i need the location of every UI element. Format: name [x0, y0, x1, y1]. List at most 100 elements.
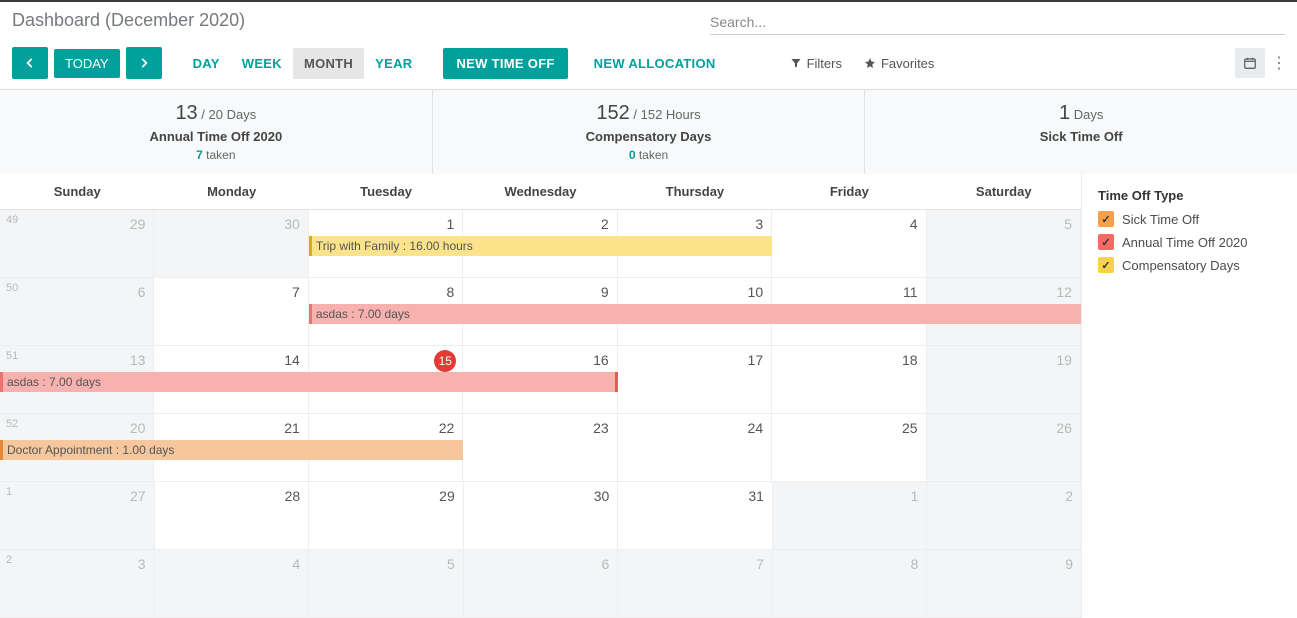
- calendar-cell[interactable]: 7: [154, 278, 308, 345]
- day-number: 27: [130, 488, 146, 504]
- new-timeoff-button[interactable]: NEW TIME OFF: [443, 48, 567, 79]
- week-number: 52: [6, 418, 18, 430]
- calendar-cell[interactable]: 17: [618, 346, 772, 413]
- day-of-week-header: Thursday: [618, 174, 772, 209]
- calendar-cell[interactable]: 5: [927, 210, 1081, 277]
- calendar-cell[interactable]: 29: [0, 210, 154, 277]
- day-number: 21: [284, 420, 300, 436]
- day-number: 23: [593, 420, 609, 436]
- day-of-week-header: Wednesday: [463, 174, 617, 209]
- legend-label: Compensatory Days: [1122, 258, 1240, 273]
- calendar-cell[interactable]: 23: [463, 414, 617, 481]
- day-number: 2: [1065, 488, 1073, 504]
- summary-sub-rest: taken: [636, 148, 669, 162]
- day-number: 9: [601, 284, 609, 300]
- view-day[interactable]: DAY: [182, 48, 231, 79]
- calendar-cell[interactable]: 28: [155, 482, 310, 549]
- calendar-cell[interactable]: 19: [927, 346, 1081, 413]
- day-number: 29: [130, 216, 146, 232]
- calendar-cell[interactable]: 8: [773, 550, 928, 617]
- calendar-cell[interactable]: 30: [464, 482, 619, 549]
- day-number: 3: [755, 216, 763, 232]
- day-of-week-header: Monday: [154, 174, 308, 209]
- calendar-cell[interactable]: 2: [927, 482, 1081, 549]
- view-year[interactable]: YEAR: [364, 48, 423, 79]
- legend-item-sick[interactable]: ✓ Sick Time Off: [1098, 211, 1287, 227]
- favorites-button[interactable]: Favorites: [864, 56, 934, 71]
- event-color-bar: [309, 236, 312, 256]
- day-number: 7: [292, 284, 300, 300]
- day-number: 10: [748, 284, 764, 300]
- calendar-row: 1272829303112: [0, 482, 1081, 550]
- calendar-cell[interactable]: 6: [0, 278, 154, 345]
- calendar-event[interactable]: Trip with Family : 16.00 hours: [309, 236, 772, 256]
- calendar-cell[interactable]: 4: [772, 210, 926, 277]
- legend-item-annual[interactable]: ✓ Annual Time Off 2020: [1098, 234, 1287, 250]
- calendar-cell[interactable]: 7: [618, 550, 773, 617]
- today-button[interactable]: TODAY: [54, 49, 120, 78]
- calendar-cell[interactable]: 29: [309, 482, 464, 549]
- calendar: SundayMondayTuesdayWednesdayThursdayFrid…: [0, 174, 1081, 618]
- next-button[interactable]: [126, 47, 162, 79]
- calendar-cell[interactable]: 18: [772, 346, 926, 413]
- calendar-cell[interactable]: 3: [0, 550, 155, 617]
- calendar-cell[interactable]: 9: [927, 550, 1081, 617]
- day-number: 30: [284, 216, 300, 232]
- calendar-row: 5113141516171819asdas : 7.00 days: [0, 346, 1081, 414]
- week-number: 50: [6, 282, 18, 294]
- event-color-bar: [0, 440, 3, 460]
- calendar-cell[interactable]: 26: [927, 414, 1081, 481]
- calendar-cell[interactable]: 25: [772, 414, 926, 481]
- legend-label: Annual Time Off 2020: [1122, 235, 1248, 250]
- view-switch: DAY WEEK MONTH YEAR: [182, 48, 424, 79]
- calendar-row: 5220212223242526Doctor Appointment : 1.0…: [0, 414, 1081, 482]
- summary-comp[interactable]: 152 / 152 Hours Compensatory Days 0 take…: [433, 90, 866, 174]
- calendar-cell[interactable]: 24: [618, 414, 772, 481]
- day-number: 6: [602, 556, 610, 572]
- day-number: 30: [594, 488, 610, 504]
- summary-rest: / 152 Hours: [630, 107, 701, 122]
- week-number: 49: [6, 214, 18, 226]
- more-options[interactable]: ⋮: [1271, 53, 1285, 73]
- calendar-cell[interactable]: 5: [309, 550, 464, 617]
- checkbox-icon: ✓: [1098, 257, 1114, 273]
- calendar-event[interactable]: Doctor Appointment : 1.00 days: [0, 440, 463, 460]
- calendar-cell[interactable]: 6: [464, 550, 619, 617]
- calendar-cell[interactable]: 1: [773, 482, 928, 549]
- calendar-cell[interactable]: 30: [154, 210, 308, 277]
- calendar-cell[interactable]: 27: [0, 482, 155, 549]
- calendar-cell[interactable]: 31: [618, 482, 773, 549]
- summary-annual[interactable]: 13 / 20 Days Annual Time Off 2020 7 take…: [0, 90, 433, 174]
- calendar-row: 49293012345Trip with Family : 16.00 hour…: [0, 210, 1081, 278]
- day-number: 5: [1064, 216, 1072, 232]
- day-number: 1: [911, 488, 919, 504]
- checkbox-icon: ✓: [1098, 234, 1114, 250]
- filters-button[interactable]: Filters: [790, 56, 842, 71]
- calendar-event[interactable]: asdas : 7.00 days: [0, 372, 618, 392]
- calendar-event[interactable]: asdas : 7.00 days: [309, 304, 1081, 324]
- filters-label: Filters: [807, 56, 842, 71]
- search-input[interactable]: [710, 14, 1285, 30]
- calendar-row: 23456789: [0, 550, 1081, 618]
- summary-sick[interactable]: 1 Days Sick Time Off: [865, 90, 1297, 174]
- calendar-view-button[interactable]: [1235, 48, 1265, 78]
- summary-sub-rest: taken: [203, 148, 236, 162]
- legend-item-comp[interactable]: ✓ Compensatory Days: [1098, 257, 1287, 273]
- day-number: 29: [439, 488, 455, 504]
- day-number: 24: [748, 420, 764, 436]
- prev-button[interactable]: [12, 47, 48, 79]
- filter-icon: [790, 57, 802, 69]
- day-number: 18: [902, 352, 918, 368]
- view-month[interactable]: MONTH: [293, 48, 364, 79]
- star-icon: [864, 57, 876, 69]
- day-number: 6: [138, 284, 146, 300]
- day-number: 4: [910, 216, 918, 232]
- summary-sub-val: 0: [629, 148, 636, 162]
- event-color-bar: [0, 372, 3, 392]
- day-number: 14: [284, 352, 300, 368]
- summary-val: 13: [175, 102, 197, 124]
- view-week[interactable]: WEEK: [231, 48, 293, 79]
- day-number: 22: [439, 420, 455, 436]
- calendar-cell[interactable]: 4: [155, 550, 310, 617]
- new-allocation-button[interactable]: NEW ALLOCATION: [584, 49, 726, 78]
